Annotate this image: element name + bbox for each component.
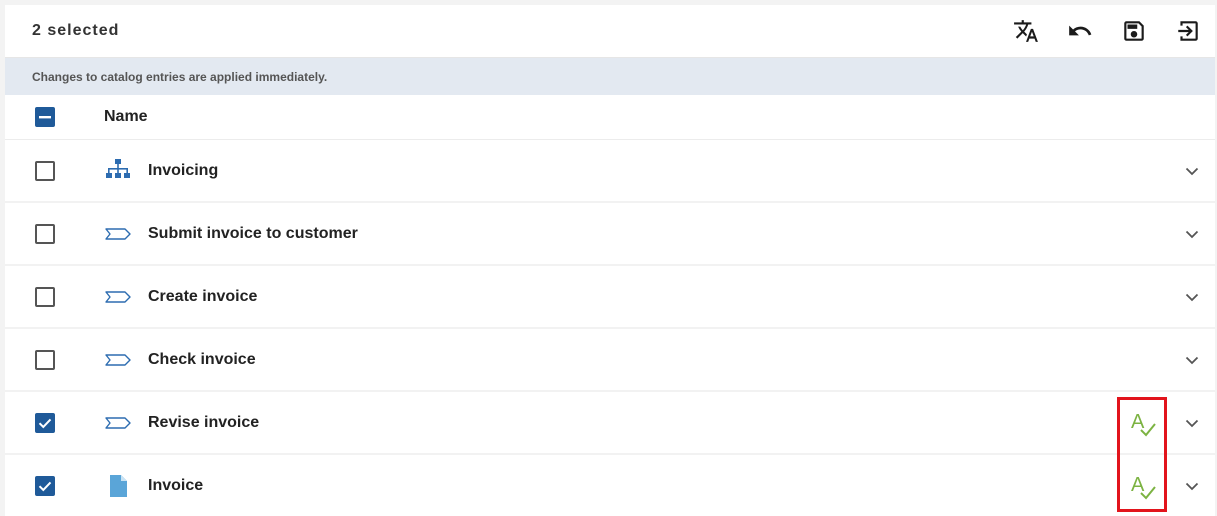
expand-button[interactable] [1179, 347, 1205, 373]
indeterminate-icon [39, 116, 51, 119]
row-label: Invoicing [148, 161, 219, 179]
select-all-cell [5, 107, 104, 127]
table-row[interactable]: Invoicing [5, 140, 1215, 203]
exit-button[interactable] [1161, 5, 1215, 57]
select-all-checkbox[interactable] [35, 107, 55, 127]
name-column-header[interactable]: Name [104, 108, 148, 126]
chevron-down-icon [1185, 356, 1199, 365]
row-checkbox-cell [5, 286, 104, 307]
svg-text:A: A [1131, 411, 1145, 433]
exit-icon [1178, 21, 1198, 41]
row-label: Submit invoice to customer [148, 224, 358, 242]
row-checkbox-cell [5, 412, 104, 433]
chevron-down-icon [1185, 167, 1199, 176]
translate-button[interactable] [999, 5, 1053, 57]
selected-count: 2 selected [32, 22, 120, 39]
row-label: Invoice [148, 476, 204, 494]
check-icon [38, 481, 52, 491]
undo-icon [1069, 25, 1092, 36]
save-button[interactable] [1107, 5, 1161, 57]
table-row[interactable]: Submit invoice to customer [5, 203, 1215, 266]
table-row[interactable]: Revise invoice A [5, 392, 1215, 455]
process-step-icon [104, 220, 148, 248]
check-icon [38, 418, 52, 428]
row-label: Check invoice [148, 350, 256, 368]
table-row[interactable]: Create invoice [5, 266, 1215, 329]
spellcheck-icon: A [1128, 469, 1158, 503]
info-banner-text: Changes to catalog entries are applied i… [32, 69, 328, 84]
org-chart-icon [104, 157, 148, 185]
translate-icon [1014, 20, 1038, 42]
row-checkbox[interactable] [35, 286, 55, 307]
toolbar-actions [999, 5, 1215, 57]
row-checkbox-cell [5, 475, 104, 496]
catalog-panel: 2 selected Changes to catalog entries ar… [5, 5, 1215, 516]
chevron-down-icon [1185, 293, 1199, 302]
table-row[interactable]: Check invoice [5, 329, 1215, 392]
row-checkbox-cell [5, 349, 104, 370]
expand-button[interactable] [1179, 473, 1205, 499]
row-checkbox-cell [5, 223, 104, 244]
spellcheck-icon: A [1128, 406, 1158, 440]
row-checkbox[interactable] [35, 160, 55, 181]
process-step-icon [104, 283, 148, 311]
row-checkbox[interactable] [35, 349, 55, 370]
row-checkbox-cell [5, 160, 104, 181]
table-body: Invoicing Submit invoice to customer Creat… [5, 140, 1215, 516]
svg-text:A: A [1131, 474, 1145, 496]
row-checkbox[interactable] [35, 412, 55, 433]
info-banner: Changes to catalog entries are applied i… [5, 58, 1215, 95]
process-step-icon [104, 346, 148, 374]
process-step-icon [104, 409, 148, 437]
chevron-down-icon [1185, 482, 1199, 491]
expand-button[interactable] [1179, 221, 1205, 247]
document-icon [104, 472, 148, 500]
expand-button[interactable] [1179, 284, 1205, 310]
row-label: Create invoice [148, 287, 258, 305]
table-header: Name [5, 95, 1215, 140]
row-checkbox[interactable] [35, 475, 55, 496]
chevron-down-icon [1185, 419, 1199, 428]
toolbar: 2 selected [5, 5, 1215, 58]
save-icon [1124, 21, 1144, 41]
undo-button[interactable] [1053, 5, 1107, 57]
row-checkbox[interactable] [35, 223, 55, 244]
expand-button[interactable] [1179, 158, 1205, 184]
row-label: Revise invoice [148, 413, 260, 431]
expand-button[interactable] [1179, 410, 1205, 436]
chevron-down-icon [1185, 230, 1199, 239]
table-row[interactable]: Invoice A [5, 455, 1215, 516]
